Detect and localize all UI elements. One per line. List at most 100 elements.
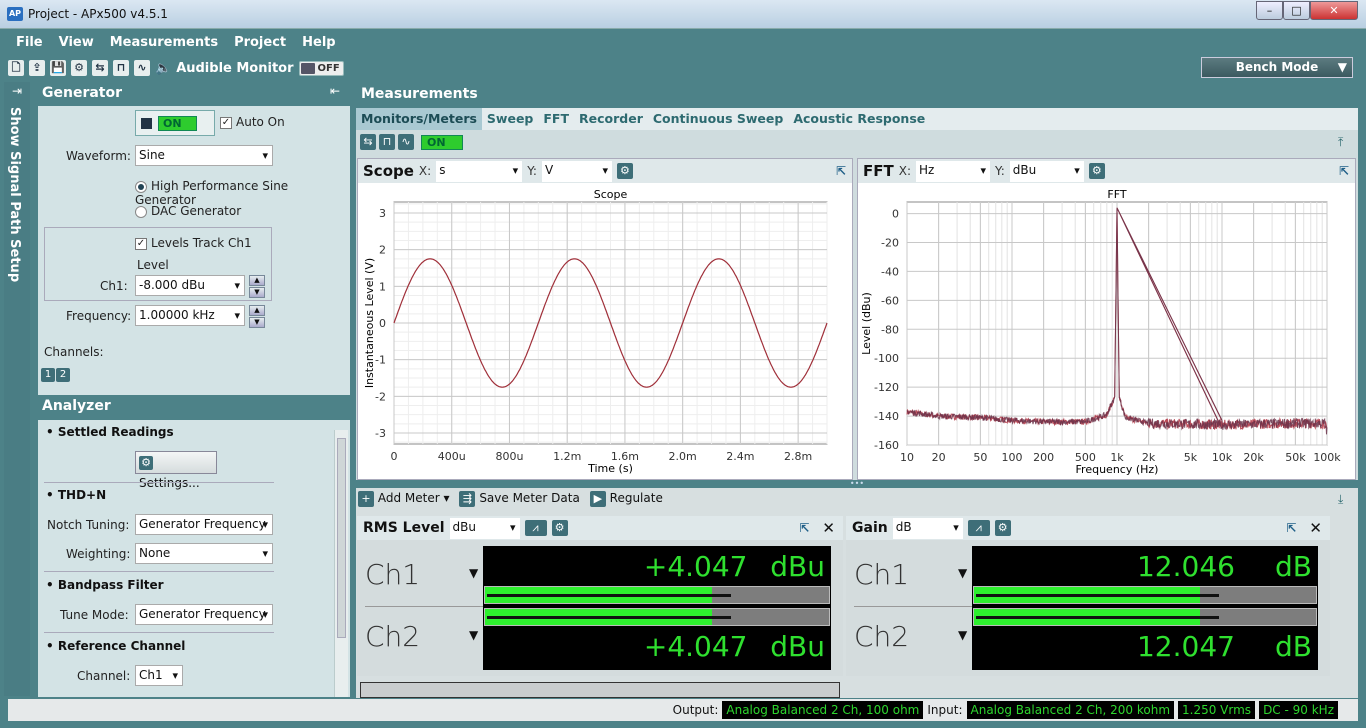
scope-x-unit-select[interactable]: s xyxy=(436,160,523,182)
save-meter-data-button[interactable]: ⇶ Save Meter Data xyxy=(459,491,580,507)
tab-sweep[interactable]: Sweep xyxy=(482,108,538,130)
y-tick-label: -160 xyxy=(874,439,899,452)
thdn-header[interactable]: • THD+N xyxy=(46,488,106,502)
popout-icon[interactable]: ⇱ xyxy=(1286,521,1296,535)
settled-readings-header[interactable]: • Settled Readings xyxy=(46,425,174,439)
chart-type-icon[interactable]: ⩘ xyxy=(967,520,990,536)
audible-monitor-toggle[interactable]: OFF xyxy=(298,60,344,76)
gear-icon[interactable]: ⚙ xyxy=(616,163,633,179)
reference-channel-select[interactable]: Ch1 xyxy=(135,665,183,686)
pin-icon[interactable]: ⇥ xyxy=(12,84,22,98)
input-range[interactable]: 1.250 Vrms xyxy=(1178,701,1256,719)
popout-icon[interactable]: ⇱ xyxy=(1339,164,1349,178)
status-bar: Output: Analog Balanced 2 Ch, 100 ohm Inp… xyxy=(8,699,1358,721)
close-icon[interactable]: ✕ xyxy=(822,519,835,537)
minimize-button[interactable]: – xyxy=(1256,1,1283,20)
x-axis-label: Frequency (Hz) xyxy=(1076,463,1159,476)
weighting-select[interactable]: None xyxy=(135,543,273,564)
chart-title: Scope xyxy=(594,188,628,201)
popout-icon[interactable]: ⇱ xyxy=(836,164,846,178)
channel-dropdown-icon[interactable]: ▼ xyxy=(469,566,478,580)
tune-mode-label: Tune Mode: xyxy=(60,608,129,622)
levels-track-checkbox[interactable]: ✓ Levels Track Ch1 xyxy=(135,236,252,250)
channel-name: Ch1 xyxy=(365,558,421,591)
signal-path-icon[interactable]: ⇆ xyxy=(92,60,108,76)
add-measurement-icon[interactable]: ∿ xyxy=(134,60,150,76)
meter-unit-select[interactable]: dB xyxy=(892,517,963,539)
radio-dac[interactable]: DAC Generator xyxy=(135,204,241,218)
collapse-up-icon[interactable]: ⤒ xyxy=(1338,135,1343,150)
new-file-icon[interactable]: 🗋 xyxy=(8,60,24,76)
ch1-level-stepper[interactable]: ▲ ▼ xyxy=(249,275,265,298)
close-icon[interactable]: ✕ xyxy=(1309,519,1322,537)
tab-recorder[interactable]: Recorder xyxy=(574,108,648,130)
weighting-label: Weighting: xyxy=(66,547,131,561)
gear-icon[interactable]: ⚙ xyxy=(551,520,568,536)
frequency-stepper[interactable]: ▲ ▼ xyxy=(249,305,265,328)
menu-project[interactable]: Project xyxy=(234,31,286,55)
signal-path-strip[interactable]: ⇥ Show Signal Path Setup xyxy=(4,82,30,696)
menu-measurements[interactable]: Measurements xyxy=(110,31,218,55)
menu-view[interactable]: View xyxy=(59,31,94,55)
add-measurement-icon[interactable]: ∿ xyxy=(398,134,414,150)
signal-path-icon[interactable]: ⇆ xyxy=(360,134,376,150)
chart-type-icon[interactable]: ⩘ xyxy=(524,520,547,536)
waveform-select[interactable]: Sine xyxy=(135,145,273,166)
open-icon[interactable]: ⇪ xyxy=(29,60,45,76)
scope-y-unit-select[interactable]: V xyxy=(541,160,612,182)
menu-help[interactable]: Help xyxy=(302,31,335,55)
radio-hp-sine[interactable]: High Performance Sine Generator xyxy=(135,179,350,207)
tab-continuous-sweep[interactable]: Continuous Sweep xyxy=(648,108,788,130)
ch1-level-input[interactable]: -8.000 dBu xyxy=(135,275,245,296)
generator-icon[interactable]: ⊓ xyxy=(379,134,395,150)
x-tick-label: 2.0m xyxy=(669,450,697,463)
save-icon[interactable]: 💾 xyxy=(50,60,66,76)
reference-channel-header[interactable]: • Reference Channel xyxy=(46,639,185,653)
tune-mode-select[interactable]: Generator Frequency xyxy=(135,604,273,625)
fft-y-unit-select[interactable]: dBu xyxy=(1009,160,1084,182)
tab-monitors-meters[interactable]: Monitors/Meters xyxy=(356,108,482,130)
frequency-input[interactable]: 1.00000 kHz xyxy=(135,305,245,326)
maximize-button[interactable]: □ xyxy=(1283,1,1310,20)
splitter-handle[interactable]: ••• xyxy=(356,480,1358,488)
fft-x-unit-select[interactable]: Hz xyxy=(916,160,990,182)
y-tick-label: -3 xyxy=(375,427,386,440)
generator-panel: ON ✓Auto On Waveform: Sine High Performa… xyxy=(38,106,350,395)
monitors-on-toggle[interactable]: ON xyxy=(421,134,463,150)
generator-icon[interactable]: ⊓ xyxy=(113,60,129,76)
channel-dropdown-icon[interactable]: ▼ xyxy=(958,566,967,580)
bandpass-header[interactable]: • Bandpass Filter xyxy=(46,578,164,592)
output-config[interactable]: Analog Balanced 2 Ch, 100 ohm xyxy=(722,701,924,719)
channel-name: Ch2 xyxy=(365,620,421,653)
popout-icon[interactable]: ⇱ xyxy=(799,521,809,535)
generator-on-toggle[interactable]: ON xyxy=(135,110,215,136)
channel-dropdown-icon[interactable]: ▼ xyxy=(469,628,478,642)
close-button[interactable]: ✕ xyxy=(1310,1,1358,20)
measurement-tabs: Monitors/Meters Sweep FFT Recorder Continuou… xyxy=(356,108,1358,130)
x-tick-label: 5k xyxy=(1184,451,1198,464)
collapse-down-icon[interactable]: ⤓ xyxy=(1338,492,1343,507)
channel-1-button[interactable]: 1 xyxy=(41,368,55,382)
output-label: Output: xyxy=(672,703,719,717)
analyzer-scrollbar[interactable] xyxy=(334,430,348,697)
input-config[interactable]: Analog Balanced 2 Ch, 200 kohm xyxy=(966,701,1175,719)
regulate-button[interactable]: ▶ Regulate xyxy=(589,491,663,507)
gear-icon[interactable]: ⚙ xyxy=(1088,163,1105,179)
gear-icon[interactable]: ⚙ xyxy=(994,520,1011,536)
menu-file[interactable]: File xyxy=(16,31,43,55)
settings-button[interactable]: ⚙ Settings... xyxy=(135,451,217,490)
auto-on-checkbox[interactable]: ✓ Auto On xyxy=(220,115,285,129)
notch-tuning-select[interactable]: Generator Frequency xyxy=(135,514,273,535)
channel-dropdown-icon[interactable]: ▼ xyxy=(958,628,967,642)
gear-icon: ⚙ xyxy=(139,456,153,470)
tab-acoustic-response[interactable]: Acoustic Response xyxy=(788,108,930,130)
bench-mode-dropdown[interactable]: Bench Mode ▼ xyxy=(1201,57,1353,78)
gear-icon[interactable]: ⚙ xyxy=(71,60,87,76)
tab-fft[interactable]: FFT xyxy=(538,108,574,130)
collapse-icon[interactable]: ⇤ xyxy=(330,84,340,98)
bandwidth[interactable]: DC - 90 kHz xyxy=(1259,701,1338,719)
channel-2-button[interactable]: 2 xyxy=(56,368,70,382)
meter-unit-select[interactable]: dBu xyxy=(449,517,520,539)
show-signal-path-setup[interactable]: Show Signal Path Setup xyxy=(7,107,22,282)
add-meter-button[interactable]: + Add Meter ▾ xyxy=(358,491,449,507)
